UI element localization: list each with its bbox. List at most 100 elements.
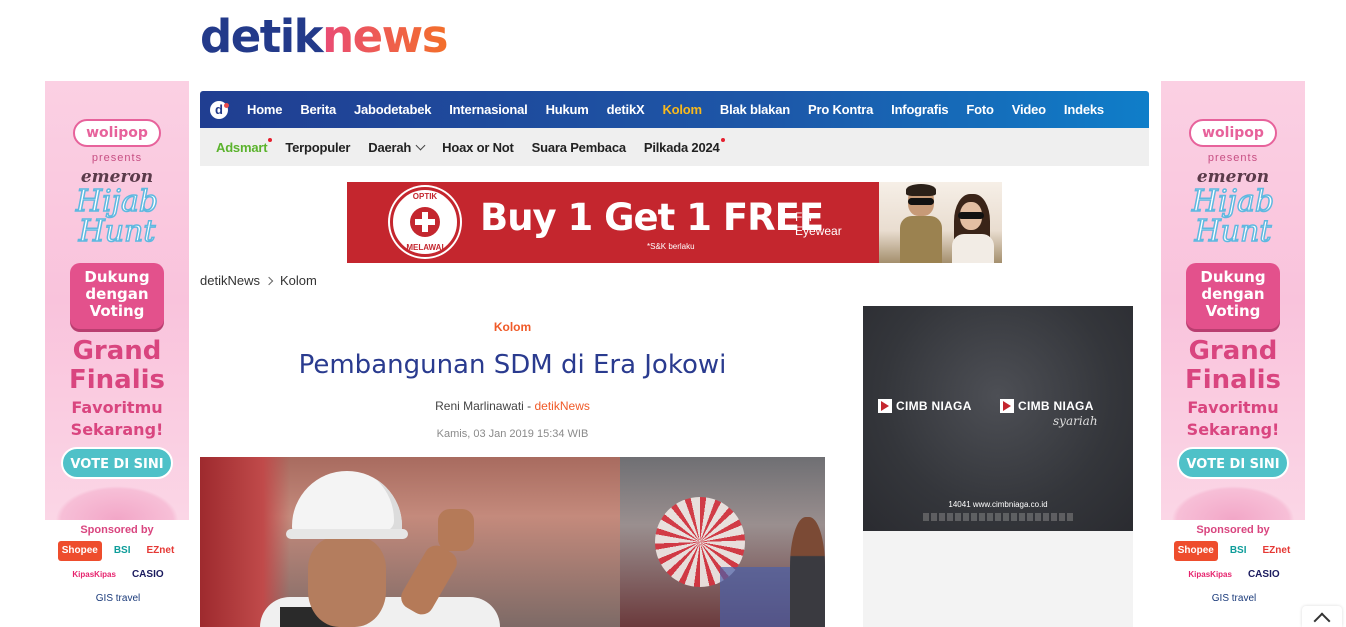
ad-favorit: Favoritmu Sekarang! (45, 397, 189, 441)
hard-hat-image (292, 471, 402, 537)
cimb-niaga-logo: CIMB NIAGA (878, 399, 972, 413)
detik-home-icon[interactable]: d (210, 100, 229, 119)
nav-item-berita[interactable]: Berita (300, 102, 336, 117)
detiknews-logo[interactable]: detiknews (200, 10, 449, 63)
nav-item-internasional[interactable]: Internasional (449, 102, 528, 117)
banner-models-image (879, 182, 1002, 263)
sponsor-bsi-logo: BSI (1229, 545, 1247, 556)
ad-hijab-text: Hijab (1191, 184, 1275, 219)
cimb-logo2-text: CIMB NIAGA (1018, 399, 1094, 413)
right-skyscraper-ad[interactable]: wolipop presents emeron Hijab Hunt Dukun… (1161, 81, 1305, 627)
optik-melawai-seal-logo: OPTIK MELAWAI (390, 187, 460, 257)
new-dot-icon (720, 137, 725, 142)
main-nav: d Home Berita Jabodetabek Internasional … (200, 91, 1149, 128)
ad-presents: presents (91, 152, 143, 164)
logo-news: news (322, 10, 448, 63)
ad-grand-text: Grand (1188, 336, 1278, 366)
ad-sekarang-text: Sekarang! (70, 420, 164, 439)
article-byline: Reni Marlinawati - detikNews (200, 399, 825, 413)
sponsor-eznet-logo: EZnet (146, 545, 175, 556)
scroll-to-top-button[interactable] (1302, 606, 1342, 627)
ad-favorit-text: Favoritmu (71, 398, 163, 417)
ad-vote-button[interactable]: VOTE DI SINI (1177, 447, 1289, 479)
ad-background: wolipop presents emeron Hijab Hunt Dukun… (45, 81, 189, 520)
subnav-hoax-or-not[interactable]: Hoax or Not (442, 140, 514, 155)
sponsor-eznet-logo: EZnet (1262, 545, 1291, 556)
subnav-daerah-label: Daerah (368, 139, 412, 155)
nav-item-blak-blakan[interactable]: Blak blakan (720, 102, 790, 117)
sponsor-shopee-logo: Shopee (1173, 541, 1218, 561)
ad-vote-button[interactable]: VOTE DI SINI (61, 447, 173, 479)
article-kicker[interactable]: Kolom (200, 320, 825, 334)
nav-item-hukum[interactable]: Hukum (546, 102, 589, 117)
cimb-logo1-text: CIMB NIAGA (896, 399, 972, 413)
nav-item-infografis[interactable]: Infografis (891, 102, 948, 117)
nav-item-kolom[interactable]: Kolom (662, 102, 702, 117)
breadcrumb-home[interactable]: detikNews (200, 273, 260, 288)
ad-hunt-text: Hunt (78, 214, 156, 249)
banner-eyewear-text: Eyewear (795, 224, 842, 238)
cross-icon (410, 207, 440, 237)
ad-sponsor-logos: Shopee BSI EZnet KipasKipas CASIO GIS tr… (1169, 541, 1299, 609)
sponsor-casio-logo: CASIO (131, 569, 164, 580)
ad-grand-finalis: Grand Finalis (1161, 337, 1305, 395)
article-source[interactable]: detikNews (535, 399, 590, 413)
ad-brand-wolipop: wolipop (1189, 119, 1277, 147)
nav-item-video[interactable]: Video (1012, 102, 1046, 117)
subnav-adsmart[interactable]: Adsmart (216, 137, 273, 155)
subnav-terpopuler[interactable]: Terpopuler (285, 140, 350, 155)
subnav-daerah[interactable]: Daerah (368, 139, 426, 155)
model-woman-image (946, 194, 998, 263)
sub-nav: Adsmart Terpopuler Daerah Hoax or Not Su… (200, 128, 1149, 166)
subnav-suara-pembaca[interactable]: Suara Pembaca (532, 140, 626, 155)
ad-sponsored-by: Sponsored by (80, 524, 154, 536)
ad-sponsored-by: Sponsored by (1196, 524, 1270, 536)
chevron-right-icon (264, 276, 274, 285)
sponsor-kipaskipas-logo: KipasKipas (1188, 570, 1232, 579)
logo-detik: detik (200, 10, 324, 63)
breadcrumb: detikNews Kolom (200, 273, 317, 288)
nav-item-indeks[interactable]: Indeks (1064, 102, 1104, 117)
ad-brand-wolipop: wolipop (73, 119, 161, 147)
ad-presents: presents (1207, 152, 1259, 164)
chevron-down-icon (415, 140, 426, 150)
cimb-syariah-text: syariah (1053, 414, 1098, 428)
left-skyscraper-ad[interactable]: wolipop presents emeron Hijab Hunt Dukun… (45, 81, 189, 627)
cimb-niaga-ad[interactable]: CIMB NIAGA CIMB NIAGA syariah 14041 www.… (863, 306, 1133, 531)
sponsor-gis-travel-logo: GIS travel (95, 593, 141, 604)
cimb-mark-icon (1000, 399, 1014, 413)
ad-sponsor-logos: Shopee BSI EZnet KipasKipas CASIO GIS tr… (53, 541, 183, 609)
ad-hijab-hunt: Hijab Hunt (45, 184, 189, 249)
nav-item-foto[interactable]: Foto (966, 102, 994, 117)
nav-item-pro-kontra[interactable]: Pro Kontra (808, 102, 873, 117)
sponsor-shopee-logo: Shopee (57, 541, 102, 561)
nav-item-home[interactable]: Home (247, 102, 283, 117)
cimb-fine-print (923, 513, 1073, 521)
byline-separator: - (523, 399, 535, 413)
nav-item-detikx[interactable]: detikX (607, 102, 645, 117)
seal-bottom-text: MELAWAI (406, 243, 444, 252)
banner-headline: Buy 1 Get 1 FREE (480, 196, 824, 239)
ad-dukung-voting: Dukung dengan Voting (70, 263, 164, 329)
subnav-pilkada-label: Pilkada 2024 (643, 139, 720, 155)
ad-hijab-text: Hijab (75, 184, 159, 219)
model-man-image (900, 184, 942, 263)
ad-arch-decoration (45, 480, 189, 520)
ad-grand-finalis: Grand Finalis (45, 337, 189, 395)
article-title: Pembangunan SDM di Era Jokowi (298, 350, 727, 380)
breadcrumb-section[interactable]: Kolom (280, 273, 317, 288)
ad-arch-decoration (1161, 480, 1305, 520)
article-photo (200, 457, 825, 627)
ad-finalis-text: Finalis (68, 365, 166, 395)
cimb-contact: 14041 www.cimbniaga.co.id (948, 500, 1048, 509)
optik-melawai-banner-ad[interactable]: OPTIK MELAWAI Buy 1 Get 1 FREE For Eyewe… (347, 182, 1002, 263)
subnav-pilkada[interactable]: Pilkada 2024 (643, 137, 725, 155)
cimb-mark-icon (878, 399, 892, 413)
ad-background: wolipop presents emeron Hijab Hunt Dukun… (1161, 81, 1305, 520)
subnav-adsmart-label: Adsmart (216, 139, 268, 155)
sponsor-bsi-logo: BSI (113, 545, 131, 556)
nav-item-jabodetabek[interactable]: Jabodetabek (354, 102, 431, 117)
ad-favorit: Favoritmu Sekarang! (1161, 397, 1305, 441)
banner-for-text: For (795, 210, 813, 224)
right-sidebar-placeholder (863, 531, 1133, 627)
